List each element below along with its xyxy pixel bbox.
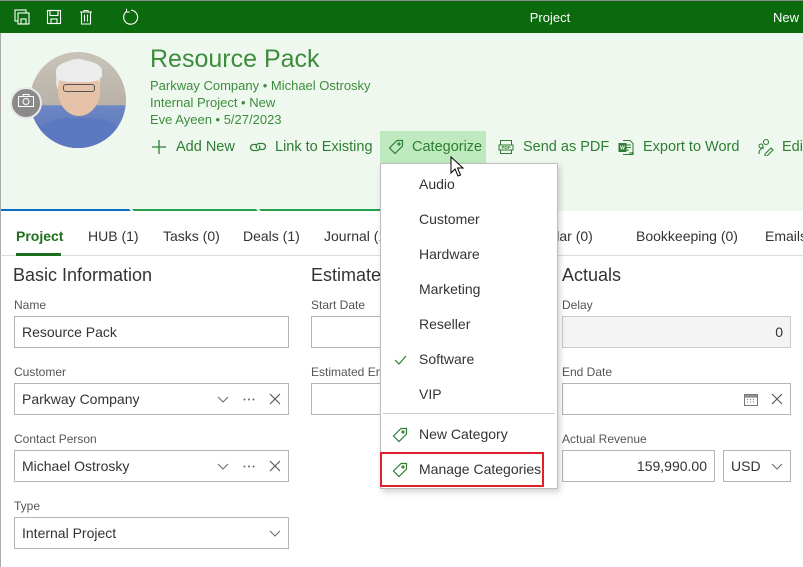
camera-icon bbox=[18, 94, 34, 112]
category-item-marketing[interactable]: Marketing bbox=[381, 272, 557, 307]
edit-button[interactable]: Edit bbox=[756, 131, 803, 163]
avatar bbox=[30, 52, 126, 148]
window-title: Project bbox=[529, 10, 571, 25]
clear-icon[interactable] bbox=[262, 451, 288, 481]
tab-deals[interactable]: Deals (1) bbox=[243, 228, 300, 244]
actuals-heading: Actuals bbox=[562, 265, 622, 285]
tag-icon bbox=[388, 138, 404, 156]
pdf-icon: PDF bbox=[497, 138, 515, 156]
actual-revenue-input[interactable]: 159,990.00 bbox=[562, 450, 715, 482]
delay-label: Delay bbox=[562, 298, 593, 312]
menu-divider bbox=[383, 413, 555, 414]
category-item-customer[interactable]: Customer bbox=[381, 202, 557, 237]
link-icon bbox=[249, 138, 267, 156]
tab-bookkeeping[interactable]: Bookkeeping (0) bbox=[636, 228, 738, 244]
more-options-icon[interactable] bbox=[236, 384, 262, 414]
new-menu-button[interactable]: New L bbox=[773, 1, 803, 34]
edit-people-icon bbox=[756, 138, 774, 156]
export-to-word-button[interactable]: W Export to Word bbox=[617, 131, 739, 163]
contact-person-label: Contact Person bbox=[14, 432, 97, 446]
mouse-cursor-icon bbox=[450, 155, 465, 178]
name-label: Name bbox=[14, 298, 47, 312]
chevron-down-icon[interactable] bbox=[764, 451, 790, 481]
svg-text:PDF: PDF bbox=[502, 145, 511, 150]
tab-project[interactable]: Project bbox=[16, 228, 63, 244]
category-item-reseller[interactable]: Reseller bbox=[381, 307, 557, 342]
chevron-down-icon[interactable] bbox=[262, 518, 288, 548]
type-select[interactable]: Internal Project bbox=[14, 517, 289, 549]
estimates-heading: Estimates bbox=[311, 265, 391, 285]
clear-icon[interactable] bbox=[764, 384, 790, 414]
manage-categories-item[interactable]: Manage Categories bbox=[380, 452, 544, 487]
title-bar: Project New L bbox=[0, 0, 803, 33]
tag-icon bbox=[391, 426, 409, 444]
more-options-icon[interactable] bbox=[236, 451, 262, 481]
svg-text:W: W bbox=[620, 145, 625, 151]
delay-input: 0 bbox=[562, 316, 791, 348]
record-subtitle-type-status: Internal Project • New bbox=[150, 95, 276, 110]
end-date-label: End Date bbox=[562, 365, 613, 379]
send-as-pdf-button[interactable]: PDF Send as PDF bbox=[497, 131, 609, 163]
category-item-audio[interactable]: Audio bbox=[381, 167, 557, 202]
category-item-vip[interactable]: VIP bbox=[381, 377, 557, 412]
new-category-item[interactable]: New Category bbox=[381, 417, 557, 452]
tab-emails[interactable]: Emails bbox=[765, 228, 803, 244]
category-item-software[interactable]: Software bbox=[381, 342, 557, 377]
tag-icon bbox=[391, 461, 409, 479]
start-date-label: Start Date bbox=[311, 298, 366, 312]
plus-icon bbox=[150, 138, 168, 156]
record-subtitle-company-contact: Parkway Company • Michael Ostrosky bbox=[150, 78, 371, 93]
name-input[interactable]: Resource Pack bbox=[14, 316, 289, 348]
categorize-button[interactable]: Categorize bbox=[380, 131, 486, 163]
contact-person-lookup[interactable]: Michael Ostrosky bbox=[14, 450, 289, 482]
category-item-hardware[interactable]: Hardware bbox=[381, 237, 557, 272]
calendar-icon[interactable] bbox=[738, 384, 764, 414]
currency-select[interactable]: USD bbox=[723, 450, 791, 482]
actual-revenue-label: Actual Revenue bbox=[562, 432, 647, 446]
type-label: Type bbox=[14, 499, 41, 513]
categorize-menu: Audio Customer Hardware Marketing Resell… bbox=[380, 163, 558, 489]
customer-lookup[interactable]: Parkway Company bbox=[14, 383, 289, 415]
add-new-button[interactable]: Add New bbox=[150, 131, 235, 163]
customer-label: Customer bbox=[14, 365, 67, 379]
end-date-input[interactable] bbox=[562, 383, 791, 415]
tab-hub[interactable]: HUB (1) bbox=[88, 228, 139, 244]
basic-information-heading: Basic Information bbox=[13, 265, 153, 285]
chevron-down-icon[interactable] bbox=[210, 384, 236, 414]
clear-icon[interactable] bbox=[262, 384, 288, 414]
word-icon: W bbox=[617, 138, 635, 156]
link-to-existing-button[interactable]: Link to Existing bbox=[249, 131, 373, 163]
record-subtitle-owner-date: Eve Ayeen • 5/27/2023 bbox=[150, 112, 282, 127]
checkmark-icon bbox=[391, 351, 409, 369]
tab-tasks[interactable]: Tasks (0) bbox=[163, 228, 220, 244]
chevron-down-icon[interactable] bbox=[210, 451, 236, 481]
change-photo-button[interactable] bbox=[10, 87, 42, 119]
record-title: Resource Pack bbox=[150, 45, 320, 73]
